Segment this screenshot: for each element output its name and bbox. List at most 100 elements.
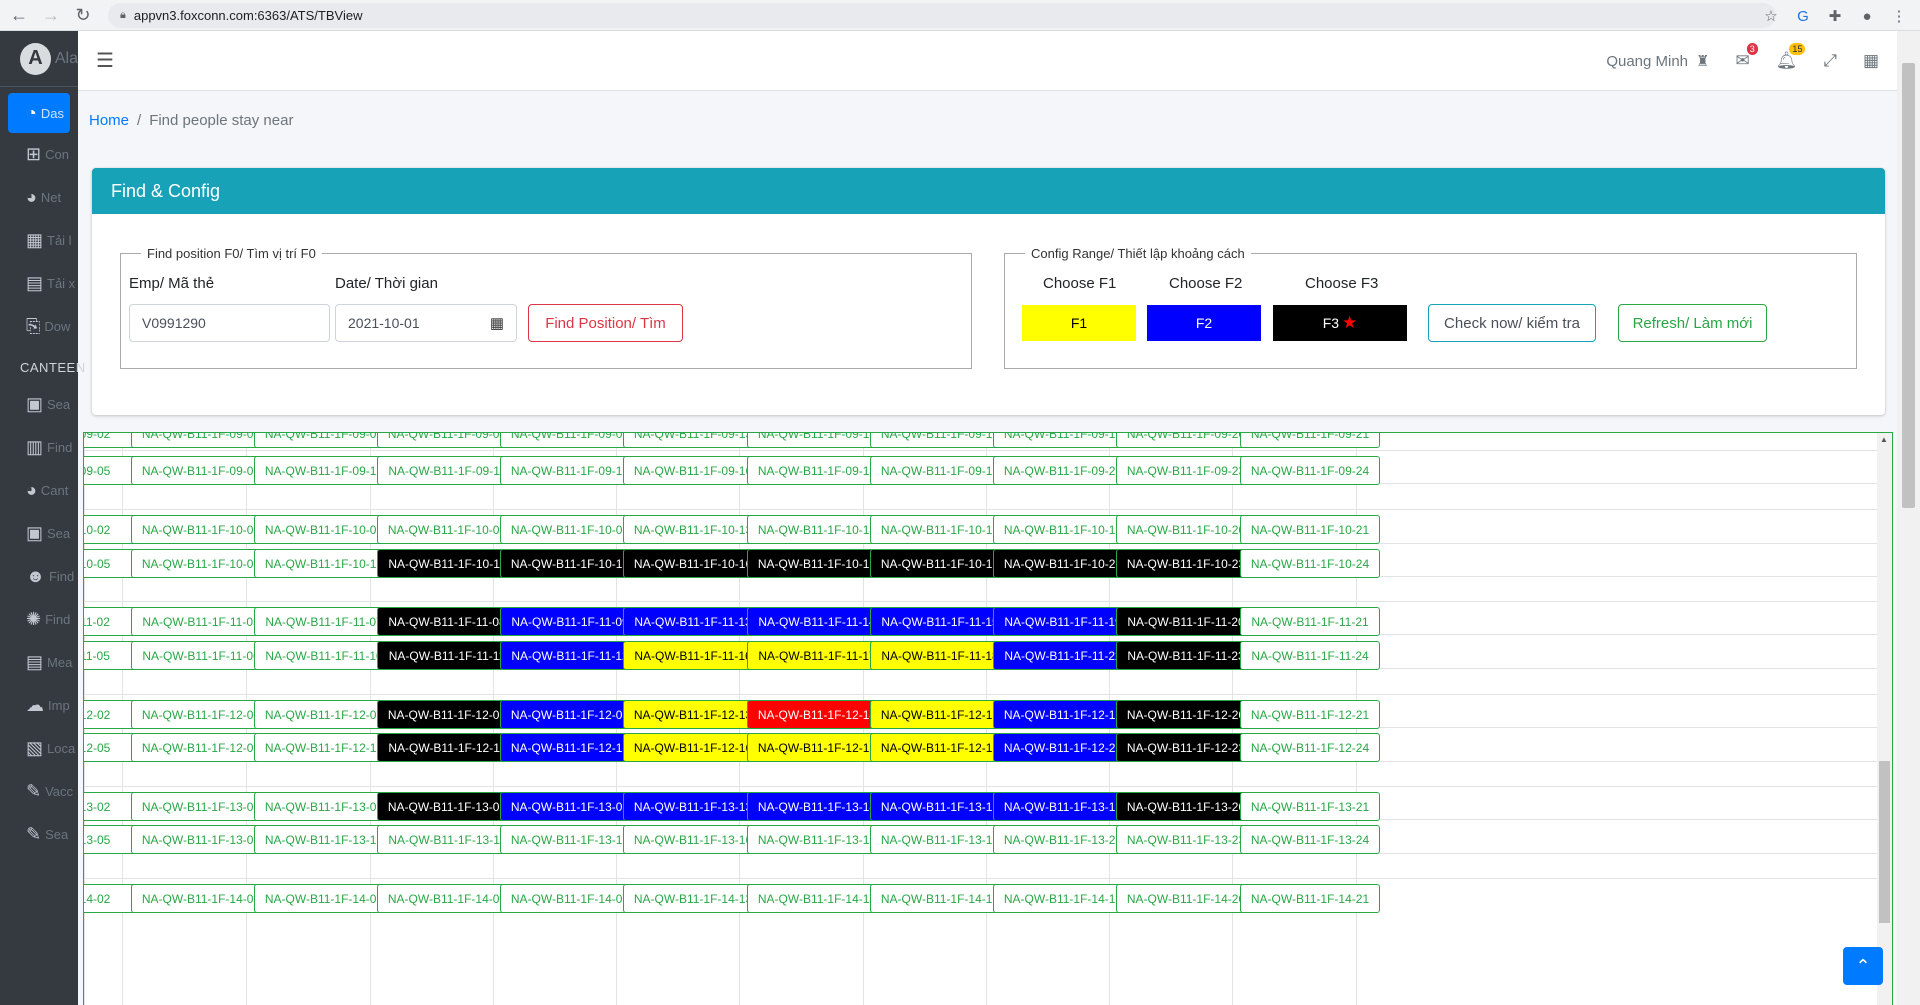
grid-cell[interactable]: NA-QW-B11-1F-11-18 (870, 641, 1010, 670)
grid-cell[interactable]: NA-QW-B11-1F-11-10 (254, 641, 394, 670)
grid-cell[interactable]: NA-QW-B11-1F-12-24 (1240, 733, 1380, 762)
grid-cell[interactable]: NA-QW-B11-1F-09-13 (623, 433, 763, 448)
grid-cell[interactable]: NA-QW-B11-1F-10-03 (131, 515, 271, 544)
grid-cell[interactable]: NA-QW-B11-1F-12-16 (623, 733, 763, 762)
grid-cell[interactable]: NA-QW-B11-1F-10-19 (993, 515, 1133, 544)
f1-color-button[interactable]: F1 (1022, 305, 1136, 341)
grid-cell[interactable]: NA-QW-B11-1F-12-07 (254, 700, 394, 729)
grid-cell[interactable]: NA-QW-B11-1F-09-15 (870, 433, 1010, 448)
grid-cell[interactable]: NA-QW-B11-1F-12-03 (131, 700, 271, 729)
grid-cell[interactable]: NA-QW-B11-1F-14-13 (623, 884, 763, 913)
sidebar-item-canteen-3[interactable]: ▣ Sea (0, 512, 78, 555)
grid-cell[interactable]: NA-QW-B11-1F-09-11 (377, 456, 517, 485)
grid-cell[interactable]: NA-QW-B11-1F-10-12 (500, 549, 640, 578)
sidebar-item-canteen-10[interactable]: ✎ Sea (0, 813, 78, 856)
grid-cell[interactable]: NA-QW-B11-1F-13-08 (377, 792, 517, 821)
grid-cell[interactable]: NA-QW-B11-1F-13-23 (1116, 825, 1256, 854)
messages-icon[interactable]: ✉ 3 (1735, 43, 1758, 71)
grid-cell[interactable]: NA-QW-B11-1F-13-15 (870, 792, 1010, 821)
grid-cell[interactable]: NA-QW-B11-1F-09-07 (254, 433, 394, 448)
grid-cell[interactable]: NA-QW-B11-1F-11-20 (1116, 607, 1256, 636)
grid-cell[interactable]: NA-QW-B11-1F-11-24 (1240, 641, 1380, 670)
breadcrumb-home[interactable]: Home (89, 112, 129, 129)
grid-cell[interactable]: NA-QW-B11-1F-11-17 (747, 641, 887, 670)
grid-cell[interactable]: NA-QW-B11-1F-12-09 (500, 700, 640, 729)
grid-cell[interactable]: NA-QW-B11-1F-09-09 (500, 433, 640, 448)
grid-cell[interactable]: NA-QW-B11-1F-09-22 (993, 456, 1133, 485)
refresh-button[interactable]: Refresh/ Làm mới (1618, 304, 1767, 342)
grid-cell[interactable]: NA-QW-B11-1F-11-08 (377, 607, 517, 636)
grid-cell[interactable]: NA-QW-B11-1F-11-06 (131, 641, 271, 670)
grid-cell[interactable]: NA-QW-B11-1F-13-21 (1240, 792, 1380, 821)
grid-cell[interactable]: NA-QW-B11-1F-09-12 (500, 456, 640, 485)
user-menu[interactable]: Quang Minh ♜ (1606, 52, 1709, 71)
address-bar[interactable]: 🔒︎ appvn3.foxconn.com:6363/ATS/TBView (108, 3, 1776, 28)
grid-cell[interactable]: NA-QW-B11-1F-09-18 (870, 456, 1010, 485)
grid-cell[interactable]: NA-QW-B11-1F-09-17 (747, 456, 887, 485)
grid-cell[interactable]: NA-QW-B11-1F-14-08 (377, 884, 517, 913)
grid-cell[interactable]: NA-QW-B11-1F-09-21 (1240, 433, 1380, 448)
grid-scrollbar[interactable]: ▲ (1877, 433, 1892, 1005)
check-now-button[interactable]: Check now/ kiểm tra (1428, 304, 1596, 342)
grid-cell[interactable]: NA-QW-B11-1F-14-21 (1240, 884, 1380, 913)
grid-cell[interactable]: NA-QW-B11-1F-10-14 (747, 515, 887, 544)
grid-cell[interactable]: NA-QW-B11-1F-11-19 (993, 607, 1133, 636)
grid-cell[interactable]: NA-QW-B11-1F-13-14 (747, 792, 887, 821)
grid-cell[interactable]: NA-QW-B11-1F-10-06 (131, 549, 271, 578)
grid-cell[interactable]: NA-QW-B11-1F-13-16 (623, 825, 763, 854)
grid-cell[interactable]: NA-QW-B11-1F-11-22 (993, 641, 1133, 670)
grid-cell[interactable]: NA-QW-B11-1F-10-11 (377, 549, 517, 578)
grid-cell[interactable]: NA-QW-B11-1F-10-21 (1240, 515, 1380, 544)
grid-cell[interactable]: NA-QW-B11-1F-12-12 (500, 733, 640, 762)
grid-cell[interactable]: NA-QW-B11-1F-12-18 (870, 733, 1010, 762)
grid-cell[interactable]: NA-QW-B11-1F-10-23 (1116, 549, 1256, 578)
translate-icon[interactable]: G (1790, 3, 1816, 29)
grid-cell[interactable]: NA-QW-B11-1F-13-10 (254, 825, 394, 854)
grid-cell[interactable]: NA-QW-B11-1F-10-22 (993, 549, 1133, 578)
grid-cell[interactable]: NA-QW-B11-1F-11-09 (500, 607, 640, 636)
sidebar-item-main-1[interactable]: ⊞ Con (0, 133, 78, 176)
grid-cell[interactable]: NA-QW-B11-1F-09-16 (623, 456, 763, 485)
sidebar-item-canteen-8[interactable]: ▧ Loca (0, 727, 78, 770)
grid-cell[interactable]: NA-QW-B11-1F-12-06 (131, 733, 271, 762)
more-vert-icon[interactable]: ⋮ (1886, 3, 1912, 29)
grid-cell[interactable]: NA-QW-B11-1F-14-19 (993, 884, 1133, 913)
grid-cell[interactable]: NA-QW-B11-1F-13-11 (377, 825, 517, 854)
grid-cell[interactable]: NA-QW-B11-1F-10-15 (870, 515, 1010, 544)
grid-cell[interactable]: NA-QW-B11-1F-09-08 (377, 433, 517, 448)
grid-cell[interactable]: NA-QW-B11-1F-09-23 (1116, 456, 1256, 485)
profile-icon[interactable]: ● (1854, 3, 1880, 29)
sidebar-item-main-4[interactable]: ▤ Tải x (0, 262, 78, 305)
grid-cell[interactable]: NA-QW-B11-1F-10-20 (1116, 515, 1256, 544)
page-scrollbar[interactable] (1897, 31, 1920, 1005)
grid-cell[interactable]: NA-QW-B11-1F-14-14 (747, 884, 887, 913)
grid-cell[interactable]: NA-QW-B11-1F-10-24 (1240, 549, 1380, 578)
grid-cell[interactable]: NA-QW-B11-1F-13-12 (500, 825, 640, 854)
grid-cell[interactable]: NA-QW-B11-1F-12-10 (254, 733, 394, 762)
sidebar-item-canteen-0[interactable]: ▣ Sea (0, 383, 78, 426)
sidebar-item-canteen-4[interactable]: ☻ Find (0, 555, 78, 598)
grid-cell[interactable]: NA-QW-B11-1F-10-09 (500, 515, 640, 544)
grid-cell[interactable]: NA-QW-B11-1F-13-19 (993, 792, 1133, 821)
grid-cell[interactable]: NA-QW-B11-1F-11-15 (870, 607, 1010, 636)
grid-cell[interactable]: NA-QW-B11-1F-11-21 (1240, 607, 1380, 636)
grid-cell[interactable]: NA-QW-B11-1F-13-07 (254, 792, 394, 821)
grid-cell[interactable]: NA-QW-B11-1F-09-06 (131, 456, 271, 485)
grid-cell[interactable]: NA-QW-B11-1F-13-13 (623, 792, 763, 821)
grid-cell[interactable]: NA-QW-B11-1F-09-10 (254, 456, 394, 485)
back-to-top-button[interactable]: ⌃ (1843, 947, 1883, 985)
grid-cell[interactable]: NA-QW-B11-1F-13-22 (993, 825, 1133, 854)
grid-cell[interactable]: NA-QW-B11-1F-10-16 (623, 549, 763, 578)
grid-cell[interactable]: NA-QW-B11-1F-12-20 (1116, 700, 1256, 729)
sidebar-item-canteen-1[interactable]: ▥ Find (0, 426, 78, 469)
grid-cell[interactable]: NA-QW-B11-1F-11-16 (623, 641, 763, 670)
grid-cell[interactable]: NA-QW-B11-1F-11-07 (254, 607, 394, 636)
fullscreen-icon[interactable]: ⤢ (1823, 51, 1837, 71)
menu-toggle-icon[interactable]: ☰ (96, 48, 114, 73)
grid-cell[interactable]: NA-QW-B11-1F-10-18 (870, 549, 1010, 578)
f2-color-button[interactable]: F2 (1147, 305, 1261, 341)
grid-cell[interactable]: NA-QW-B11-1F-09-03 (131, 433, 271, 448)
grid-cell[interactable]: NA-QW-B11-1F-10-13 (623, 515, 763, 544)
grid-cell[interactable]: NA-QW-B11-1F-11-03 (131, 607, 271, 636)
grid-cell[interactable]: NA-QW-B11-1F-14-03 (131, 884, 271, 913)
